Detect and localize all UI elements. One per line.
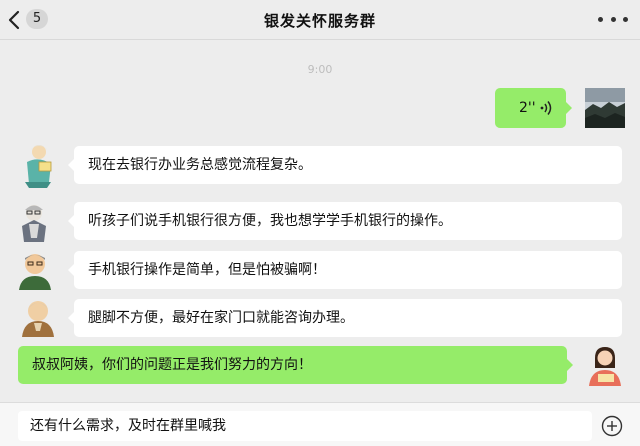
more-icon[interactable]: [598, 17, 628, 23]
message-input[interactable]: 还有什么需求，及时在群里喊我: [18, 411, 592, 441]
chat-title: 银发关怀服务群: [263, 12, 376, 30]
elder-avatar-brown[interactable]: [18, 297, 58, 337]
elder-man-glasses-avatar[interactable]: [16, 202, 52, 244]
plus-icon[interactable]: [601, 415, 623, 437]
message-timestamp: 9:00: [307, 63, 333, 76]
message-bubble: 听孩子们说手机银行很方便，我也想学学手机银行的操作。: [68, 202, 622, 240]
voice-wave-icon: [540, 101, 552, 115]
chat-header: 5 银发关怀服务群: [0, 0, 640, 40]
message-input-bar: 还有什么需求，及时在群里喊我: [0, 402, 640, 446]
elder-woman-avatar[interactable]: [17, 142, 59, 190]
message-bubble: 腿脚不方便，最好在家门口就能咨询办理。: [68, 299, 622, 337]
message-bubble: 现在去银行办业务总感觉流程复杂。: [68, 146, 622, 184]
staff-woman-avatar[interactable]: [584, 344, 626, 386]
voice-duration: 2'': [519, 100, 536, 116]
message-bubble-sent: 叔叔阿姨，你们的问题正是我们努力的方向！: [18, 346, 573, 384]
my-avatar[interactable]: [585, 88, 625, 128]
elder-man-avatar[interactable]: [15, 250, 55, 290]
message-bubble: 手机银行操作是简单，但是怕被骗啊！: [68, 251, 622, 289]
voice-message-bubble[interactable]: 2'': [495, 88, 572, 128]
